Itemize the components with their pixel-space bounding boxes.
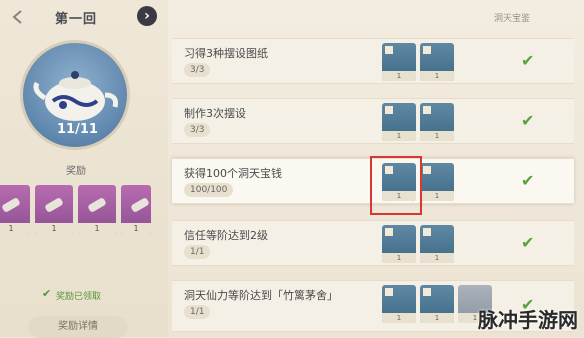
reward-detail-button[interactable]: 奖励详情 [28, 316, 128, 338]
scroll-icon [88, 198, 106, 212]
check-icon: ✔ [521, 171, 535, 190]
reward-item[interactable]: 1 [78, 185, 116, 235]
check-icon: ✔ [521, 51, 535, 70]
reward-item[interactable]: 1 [420, 103, 454, 141]
task-name: 洞天仙力等阶达到「竹篱茅舍」 [184, 289, 338, 302]
reward-list: 1 1 1 1 [0, 185, 168, 243]
round-title: 第一回 [55, 12, 98, 27]
reward-item[interactable]: 1 [382, 43, 416, 81]
task-progress: 3/3 [184, 123, 211, 137]
task-name: 习得3种摆设图纸 [184, 47, 268, 60]
selection-highlight [370, 156, 422, 215]
reward-item[interactable]: 1 [382, 225, 416, 263]
reward-item[interactable]: 1 [382, 285, 416, 323]
task-progress: 100/100 [184, 183, 234, 197]
check-icon: ✔ [521, 233, 535, 252]
task-progress: 1/1 [184, 245, 211, 259]
reward-item[interactable]: 1 [420, 285, 454, 323]
reward-label: 奖励 [66, 166, 86, 177]
check-icon: ✔ [42, 287, 52, 300]
check-icon: ✔ [521, 111, 535, 130]
reward-item[interactable]: 1 [0, 185, 30, 235]
task-name: 获得100个洞天宝钱 [184, 167, 282, 180]
achievement-page: 第一回 › 11/11 奖励 1 1 1 1 ✔ 奖励已领取 奖励详情 洞天宝鉴… [0, 0, 584, 338]
received-status: 奖励已领取 [56, 292, 102, 302]
round-panel: 第一回 › 11/11 奖励 1 1 1 1 ✔ 奖励已领取 奖励详情 [0, 0, 168, 338]
scroll-icon [2, 198, 20, 212]
task-name: 制作3次摆设 [184, 107, 246, 120]
next-round-button[interactable]: › [137, 6, 157, 26]
reward-item[interactable]: 1 [382, 103, 416, 141]
reward-item[interactable]: 1 [420, 43, 454, 81]
task-name: 信任等阶达到2级 [184, 229, 268, 242]
scroll-icon [131, 198, 149, 212]
task-row: 信任等阶达到2级 1/1 1 1 ✔ [172, 220, 574, 266]
task-row: 习得3种摆设图纸 3/3 1 1 ✔ [172, 38, 574, 84]
task-row: 制作3次摆设 3/3 1 1 ✔ [172, 98, 574, 144]
reward-item[interactable]: 1 [121, 185, 151, 235]
task-progress: 1/1 [184, 305, 211, 319]
reward-item[interactable]: 1 [420, 225, 454, 263]
left-arrow-icon[interactable] [10, 9, 28, 27]
reward-item[interactable]: 1 [35, 185, 73, 235]
scroll-icon [45, 198, 63, 212]
task-progress: 3/3 [184, 63, 211, 77]
reward-item[interactable]: 1 [420, 163, 454, 201]
round-progress: 11/11 [57, 122, 98, 137]
watermark: 脉冲手游网 [478, 308, 578, 332]
book-title: 洞天宝鉴 [494, 14, 531, 24]
